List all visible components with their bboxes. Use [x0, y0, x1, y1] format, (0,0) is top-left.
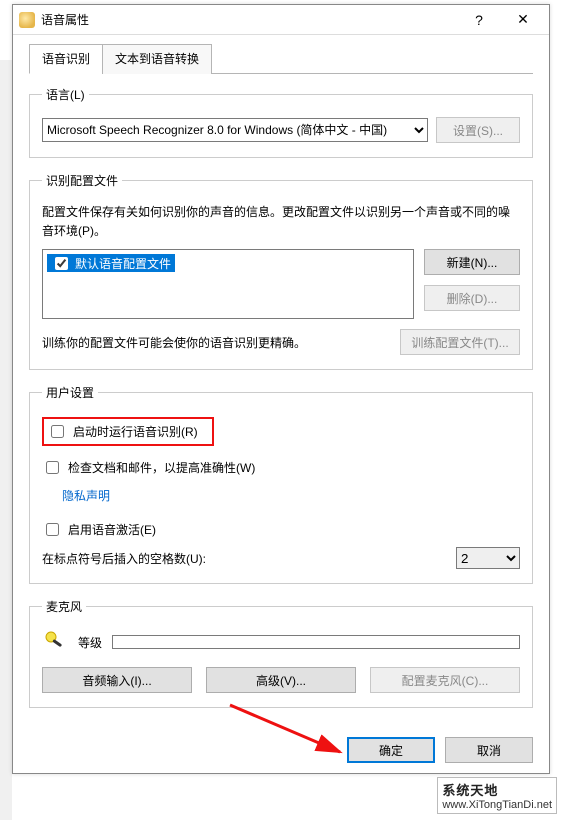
background-window-edge	[0, 60, 12, 820]
microphone-legend: 麦克风	[42, 598, 86, 615]
tab-text-to-speech[interactable]: 文本到语音转换	[102, 44, 212, 74]
spaces-label: 在标点符号后插入的空格数(U):	[42, 550, 446, 567]
review-docs-checkbox[interactable]	[46, 461, 59, 474]
watermark: 系统天地 www.XiTongTianDi.net	[437, 777, 557, 814]
language-legend: 语言(L)	[42, 86, 89, 103]
enable-voice-activation-checkbox[interactable]	[46, 523, 59, 536]
profile-listbox[interactable]: 默认语音配置文件	[42, 249, 414, 319]
train-profile-button[interactable]: 训练配置文件(T)...	[400, 329, 520, 355]
profile-new-button[interactable]: 新建(N)...	[424, 249, 520, 275]
train-description: 训练你的配置文件可能会使你的语音识别更精确。	[42, 334, 306, 351]
annotation-highlight: 启动时运行语音识别(R)	[42, 417, 214, 446]
cancel-button[interactable]: 取消	[445, 737, 533, 763]
speech-properties-dialog: 语音属性 ? ✕ 语音识别 文本到语音转换 语言(L) Microsoft Sp…	[12, 4, 550, 774]
help-button[interactable]: ?	[457, 6, 501, 34]
watermark-title: 系统天地	[442, 780, 552, 799]
window-title: 语音属性	[41, 11, 457, 28]
privacy-link[interactable]: 隐私声明	[62, 487, 110, 504]
profile-group: 识别配置文件 配置文件保存有关如何识别你的声音的信息。更改配置文件以识别另一个声…	[29, 172, 533, 370]
close-button[interactable]: ✕	[501, 6, 545, 34]
run-on-start-label: 启动时运行语音识别(R)	[73, 423, 198, 440]
watermark-url: www.XiTongTianDi.net	[442, 799, 552, 811]
recognizer-settings-button[interactable]: 设置(S)...	[436, 117, 520, 143]
run-on-start-checkbox[interactable]	[51, 425, 64, 438]
profile-description: 配置文件保存有关如何识别你的声音的信息。更改配置文件以识别另一个声音或不同的噪音…	[42, 203, 520, 241]
recognizer-select[interactable]: Microsoft Speech Recognizer 8.0 for Wind…	[42, 118, 428, 142]
tab-speech-recognition[interactable]: 语音识别	[29, 44, 103, 74]
profile-delete-button[interactable]: 删除(D)...	[424, 285, 520, 311]
user-settings-legend: 用户设置	[42, 384, 98, 401]
profile-legend: 识别配置文件	[42, 172, 122, 189]
dialog-footer: 确定 取消	[347, 737, 533, 763]
titlebar: 语音属性 ? ✕	[13, 5, 549, 35]
microphone-group: 麦克风 等级 音频输入(I)... 高级(V)... 配置麦克风(C)...	[29, 598, 533, 708]
microphone-level-meter	[112, 635, 520, 649]
level-label: 等级	[78, 634, 102, 651]
profile-item-checkbox[interactable]	[55, 257, 68, 270]
audio-input-button[interactable]: 音频输入(I)...	[42, 667, 192, 693]
advanced-button[interactable]: 高级(V)...	[206, 667, 356, 693]
language-group: 语言(L) Microsoft Speech Recognizer 8.0 fo…	[29, 86, 533, 158]
spaces-select[interactable]: 2	[456, 547, 520, 569]
enable-voice-activation-label: 启用语音激活(E)	[68, 521, 156, 538]
profile-item-label: 默认语音配置文件	[75, 255, 171, 272]
user-settings-group: 用户设置 启动时运行语音识别(R) 检查文档和邮件，以提高准确性(W) 隐私声明…	[29, 384, 533, 584]
dialog-content: 语音识别 文本到语音转换 语言(L) Microsoft Speech Reco…	[13, 35, 549, 734]
speech-icon	[19, 12, 35, 28]
ok-button[interactable]: 确定	[347, 737, 435, 763]
profile-item-default[interactable]: 默认语音配置文件	[47, 254, 175, 272]
tabstrip: 语音识别 文本到语音转换	[29, 43, 533, 74]
microphone-icon	[42, 629, 68, 655]
review-docs-label: 检查文档和邮件，以提高准确性(W)	[68, 459, 255, 476]
configure-microphone-button[interactable]: 配置麦克风(C)...	[370, 667, 520, 693]
